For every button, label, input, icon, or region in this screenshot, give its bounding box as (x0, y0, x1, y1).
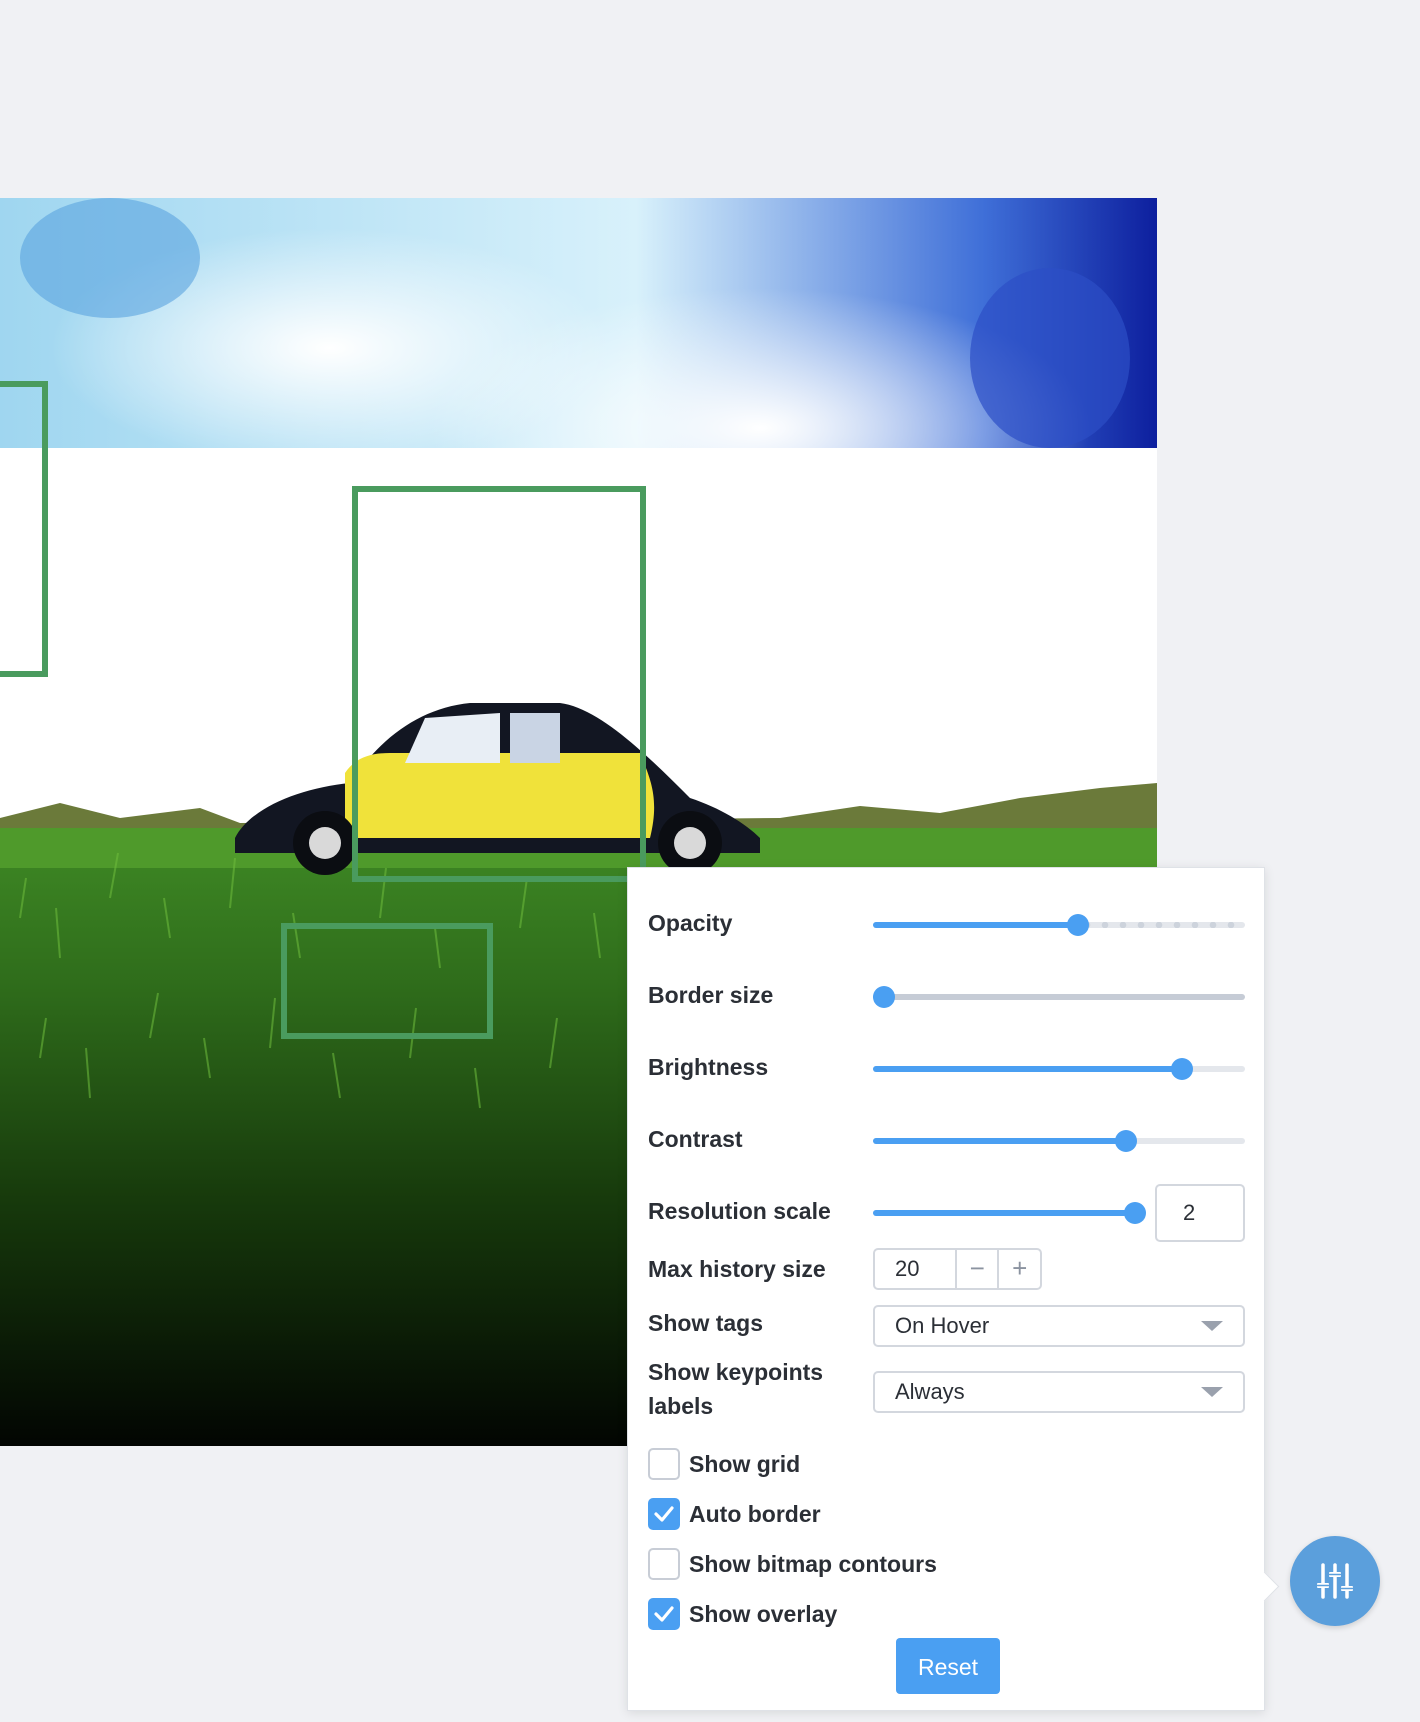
show-keypoints-labels-select[interactable]: Always (873, 1371, 1245, 1413)
slider-thumb[interactable] (1170, 1058, 1193, 1080)
show-overlay-checkbox-row[interactable]: Show overlay (648, 1596, 837, 1632)
show-keypoints-label-line2: labels (648, 1393, 714, 1419)
reset-button[interactable]: Reset (896, 1638, 1000, 1694)
resolution-scale-slider[interactable] (873, 1198, 1146, 1228)
border-size-label: Border size (648, 982, 774, 1008)
show-keypoints-labels-value: Always (895, 1379, 965, 1404)
sliders-icon (1317, 1563, 1353, 1599)
auto-border-checkbox-row[interactable]: Auto border (648, 1496, 821, 1532)
slider-thumb[interactable] (1124, 1202, 1146, 1224)
max-history-input[interactable]: 20 (875, 1250, 955, 1288)
bounding-box[interactable] (352, 486, 646, 882)
bounding-box[interactable] (0, 381, 48, 677)
show-bitmap-contours-label: Show bitmap contours (689, 1550, 937, 1577)
show-bitmap-contours-checkbox[interactable] (648, 1548, 680, 1580)
show-grid-checkbox-row[interactable]: Show grid (648, 1446, 800, 1482)
slider-dots (1077, 922, 1245, 928)
auto-border-label: Auto border (689, 1500, 821, 1527)
show-overlay-label: Show overlay (689, 1600, 838, 1627)
panel-pointer (1249, 1571, 1280, 1602)
increment-button[interactable]: + (997, 1250, 1040, 1288)
check-icon (654, 1606, 674, 1622)
slider-thumb[interactable] (873, 986, 896, 1008)
decrement-button[interactable]: − (954, 1250, 998, 1288)
slider-thumb[interactable] (1066, 914, 1089, 936)
show-tags-value: On Hover (895, 1313, 990, 1338)
chevron-down-icon (1201, 1321, 1223, 1331)
bounding-box[interactable] (281, 923, 493, 1039)
opacity-label: Opacity (648, 910, 733, 936)
brightness-label: Brightness (648, 1054, 769, 1080)
auto-border-checkbox[interactable] (648, 1498, 680, 1530)
show-grid-label: Show grid (689, 1450, 801, 1477)
slider-fill (873, 1210, 1135, 1216)
show-grid-checkbox[interactable] (648, 1448, 680, 1480)
chevron-down-icon (1201, 1387, 1223, 1397)
contrast-slider[interactable] (873, 1126, 1245, 1156)
contrast-label: Contrast (648, 1126, 743, 1152)
show-keypoints-label-line1: Show keypoints (648, 1359, 824, 1385)
opacity-slider[interactable] (873, 910, 1245, 940)
resolution-scale-input[interactable]: 2 (1155, 1184, 1245, 1242)
slider-thumb[interactable] (1114, 1130, 1137, 1152)
max-history-stepper: 20 − + (873, 1248, 1042, 1290)
settings-panel: Opacity Border size Brightness Contrast … (627, 867, 1280, 1711)
show-tags-label: Show tags (648, 1310, 764, 1336)
show-bitmap-contours-checkbox-row[interactable]: Show bitmap contours (648, 1546, 937, 1582)
show-overlay-checkbox[interactable] (648, 1598, 680, 1630)
max-history-size-label: Max history size (648, 1256, 826, 1282)
show-tags-select[interactable]: On Hover (873, 1305, 1245, 1347)
check-icon (654, 1506, 674, 1522)
border-size-slider[interactable] (873, 982, 1245, 1012)
settings-toggle-button[interactable] (1290, 1536, 1380, 1626)
slider-fill (873, 1138, 1126, 1144)
slider-fill (873, 922, 1078, 928)
brightness-slider[interactable] (873, 1054, 1245, 1084)
resolution-scale-label: Resolution scale (648, 1198, 831, 1224)
slider-fill (873, 1066, 1182, 1072)
slider-track (873, 994, 1245, 1000)
